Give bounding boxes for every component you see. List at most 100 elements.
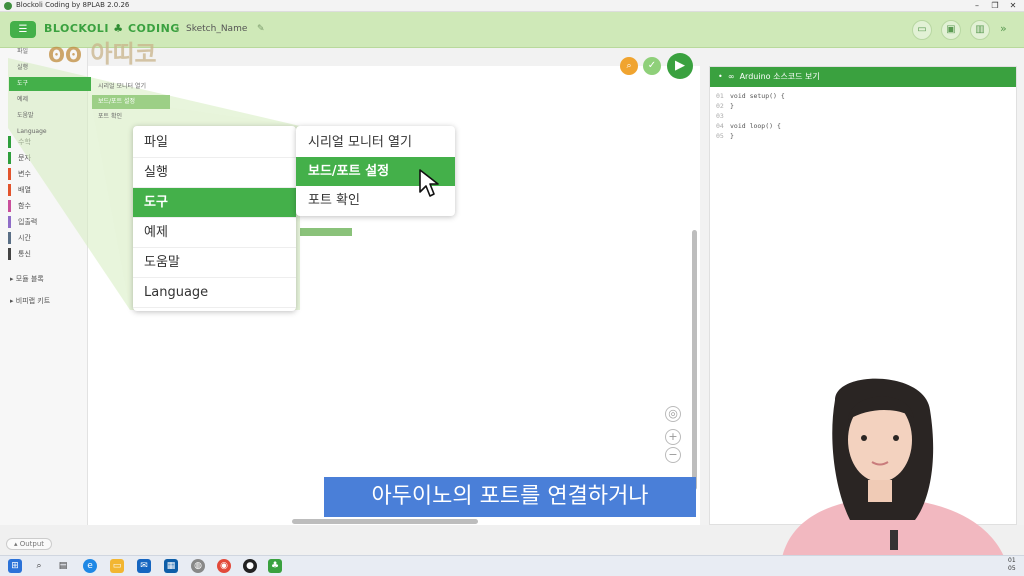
line-number: 03 <box>716 112 724 120</box>
small-submenu-item[interactable]: 시리얼 모니터 열기 <box>92 80 170 94</box>
module-blocks-toggle[interactable]: ▸ 모듈 블록 <box>10 274 44 284</box>
category-label: 변수 <box>18 170 31 178</box>
code-line: 01 void setup() { <box>716 91 785 101</box>
explorer-icon[interactable]: ▭ <box>110 559 124 573</box>
app-icon[interactable]: ◍ <box>191 559 205 573</box>
chrome-icon[interactable]: ◉ <box>217 559 231 573</box>
mouse-pointer-icon <box>419 169 439 197</box>
separator: : <box>176 24 180 34</box>
edge-icon[interactable]: e <box>83 559 97 573</box>
line-code: } <box>730 132 734 140</box>
line-code: void loop() { <box>730 122 781 130</box>
menu-item[interactable]: 파일 <box>133 128 296 158</box>
sidebar-category[interactable]: 함수 <box>8 198 86 214</box>
category-color-bar <box>8 184 11 196</box>
category-color-bar <box>8 232 11 244</box>
start-icon[interactable]: ⊞ <box>8 559 22 573</box>
line-number: 01 <box>716 92 724 100</box>
sidebar-category[interactable]: 문자 <box>8 150 86 166</box>
search-icon[interactable]: ⌕ <box>620 57 638 75</box>
sidebar-category[interactable]: 변수 <box>8 166 86 182</box>
small-menu-item[interactable]: 도구 <box>9 77 91 91</box>
upload-run-icon[interactable]: ▶ <box>667 53 693 79</box>
main-menu-button[interactable]: ☰ <box>10 21 36 38</box>
windows-taskbar: ⊞ ⌕ ▤ e ▭ ✉ ▦ ◍ ◉ ● ♣ 01 05 <box>0 555 1024 576</box>
verify-icon[interactable]: ✓ <box>643 57 661 75</box>
search-icon[interactable]: ⌕ <box>32 559 46 573</box>
sidebar-category[interactable]: 배열 <box>8 182 86 198</box>
small-menu-item[interactable]: 예제 <box>9 93 91 107</box>
output-toggle-button[interactable]: ▴ Output <box>6 538 52 550</box>
menu-item[interactable]: 실행 <box>133 158 296 188</box>
sidebar-category[interactable]: 입출력 <box>8 214 86 230</box>
mail-icon[interactable]: ✉ <box>137 559 151 573</box>
open-folder-button[interactable]: ▭ <box>912 20 932 40</box>
sketch-name[interactable]: Sketch_Name <box>186 24 247 34</box>
small-menu-item[interactable]: Language <box>9 125 91 139</box>
category-label: 시간 <box>18 234 31 242</box>
code-panel-header[interactable]: • ∞ Arduino 소스코드 보기 <box>710 67 1016 87</box>
small-menu-item[interactable]: 실행 <box>9 61 91 75</box>
line-code: } <box>730 102 734 110</box>
line-number: 05 <box>716 132 724 140</box>
submenu-item[interactable]: 시리얼 모니터 열기 <box>296 128 455 157</box>
pencil-icon[interactable]: ✎ <box>257 24 265 34</box>
workspace-vertical-scrollbar[interactable] <box>692 230 697 490</box>
menu-item[interactable]: 예제 <box>133 218 296 248</box>
category-color-bar <box>8 152 11 164</box>
bplab-kit-toggle[interactable]: ▸ 비피랩 키트 <box>10 296 50 306</box>
collapse-dot-icon[interactable]: • <box>718 72 723 81</box>
small-menu-item[interactable]: 도움말 <box>9 109 91 123</box>
category-color-bar <box>8 200 11 212</box>
block-fragment <box>300 228 352 236</box>
zoomed-main-menu: 파일 실행 도구 예제 도움말 Language <box>133 126 296 311</box>
window-titlebar: Blockoli Coding by 8PLAB 2.0.26 – ❐ ✕ <box>0 0 1024 12</box>
category-color-bar <box>8 168 11 180</box>
store-icon[interactable]: ▦ <box>164 559 178 573</box>
delete-button[interactable]: ▥ <box>970 20 990 40</box>
category-label: 문자 <box>18 154 31 162</box>
maximize-icon[interactable]: ❐ <box>986 0 1004 12</box>
window-title: Blockoli Coding by 8PLAB 2.0.26 <box>16 1 130 9</box>
save-button[interactable]: ▣ <box>941 20 961 40</box>
code-line: 05} <box>716 131 785 141</box>
small-submenu-item[interactable]: 보드/포트 설정 <box>92 95 170 109</box>
subtitle-caption: 아두이노의 포트를 연결하거나 <box>324 477 696 517</box>
line-number: 04 <box>716 122 724 130</box>
workspace-horizontal-scrollbar[interactable] <box>292 519 478 524</box>
menu-item[interactable]: Language <box>133 278 296 308</box>
recorder-icon[interactable]: ● <box>243 559 257 573</box>
zoom-out-icon[interactable]: − <box>665 447 681 463</box>
double-chevron-right-icon[interactable]: » <box>1000 22 1007 35</box>
zoom-in-icon[interactable]: + <box>665 429 681 445</box>
minimize-icon[interactable]: – <box>968 0 986 12</box>
line-code: void setup() { <box>730 92 785 100</box>
system-clock[interactable]: 01 05 <box>1008 557 1016 573</box>
small-menu-item[interactable]: 파일 <box>9 45 91 59</box>
category-label: 통신 <box>18 250 31 258</box>
code-listing: 01 void setup() {02} 03 04 void loop() {05} <box>716 91 785 141</box>
arduino-infinity-icon: ∞ <box>727 72 735 81</box>
small-submenu-item[interactable]: 포트 확인 <box>92 110 170 124</box>
blockoli-taskbar-icon[interactable]: ♣ <box>268 559 282 573</box>
category-label: 입출력 <box>18 218 38 226</box>
recenter-icon[interactable]: ◎ <box>665 406 681 422</box>
code-line: 04 void loop() { <box>716 121 785 131</box>
category-color-bar <box>8 216 11 228</box>
line-number: 02 <box>716 102 724 110</box>
category-color-bar <box>8 248 11 260</box>
menu-item[interactable]: 도움말 <box>133 248 296 278</box>
app-logo-icon <box>4 2 12 10</box>
small-file-menu: 파일실행도구예제도움말 Language <box>9 45 91 141</box>
presenter-video <box>780 378 1010 576</box>
category-label: 함수 <box>18 202 31 210</box>
category-label: 배열 <box>18 186 31 194</box>
sidebar-category[interactable]: 통신 <box>8 246 86 262</box>
task-view-icon[interactable]: ▤ <box>56 559 70 573</box>
sidebar-category[interactable]: 시간 <box>8 230 86 246</box>
code-line: 03 <box>716 111 785 121</box>
menu-item[interactable]: 도구 <box>133 188 296 218</box>
close-icon[interactable]: ✕ <box>1004 0 1022 12</box>
code-line: 02} <box>716 101 785 111</box>
code-panel-title: Arduino 소스코드 보기 <box>739 72 820 81</box>
